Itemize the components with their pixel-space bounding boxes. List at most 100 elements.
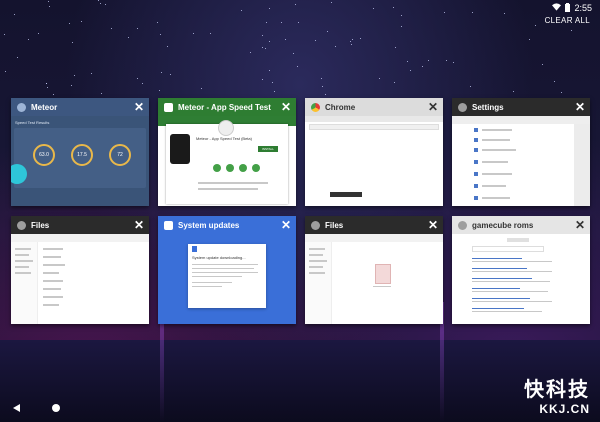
star — [201, 88, 202, 89]
close-icon[interactable]: ✕ — [427, 219, 439, 231]
star — [262, 47, 263, 48]
star — [561, 92, 562, 93]
star — [269, 8, 270, 9]
metric-gauge: 72 — [109, 144, 131, 166]
install-button: INSTALL — [258, 146, 278, 152]
close-icon[interactable]: ✕ — [133, 219, 145, 231]
card-title: Chrome — [325, 102, 356, 112]
card-thumbnail: System update downloading... — [158, 234, 296, 324]
star — [137, 28, 138, 29]
recent-card-meteor[interactable]: Meteor ✕ Speed Test Results 63.0 17.5 72 — [11, 98, 149, 206]
star — [327, 31, 328, 32]
close-icon[interactable]: ✕ — [427, 101, 439, 113]
thumb-title: Speed Test Results — [15, 120, 50, 125]
star — [401, 15, 402, 16]
card-header: Meteor - App Speed Test ✕ — [158, 98, 296, 116]
star — [394, 82, 395, 83]
star — [250, 52, 251, 53]
star — [325, 94, 326, 95]
star — [395, 47, 396, 48]
star — [298, 22, 299, 23]
star — [269, 41, 270, 42]
star — [393, 7, 394, 8]
star — [160, 34, 161, 35]
close-icon[interactable]: ✕ — [280, 101, 292, 113]
star — [351, 44, 352, 45]
star — [352, 39, 353, 40]
star — [48, 1, 49, 2]
recent-card-settings[interactable]: Settings ✕ — [452, 98, 590, 206]
close-icon[interactable]: ✕ — [133, 101, 145, 113]
star — [513, 91, 514, 92]
update-icon — [192, 246, 197, 252]
clear-all-button[interactable]: CLEAR ALL — [545, 16, 590, 25]
star — [379, 78, 380, 79]
star — [28, 39, 29, 40]
back-button[interactable] — [13, 404, 20, 412]
star — [373, 8, 374, 9]
card-thumbnail: Meteor - App Speed Test (Beta) INSTALL — [158, 116, 296, 206]
star — [360, 38, 361, 39]
star — [241, 10, 242, 11]
system-update-icon — [164, 220, 173, 230]
card-title: Meteor — [31, 102, 58, 112]
star — [91, 73, 92, 74]
star — [446, 60, 447, 61]
star — [4, 34, 5, 35]
star — [38, 33, 39, 34]
card-header: Chrome ✕ — [305, 98, 443, 116]
star — [137, 78, 138, 79]
close-icon[interactable]: ✕ — [574, 101, 586, 113]
watermark-cn: 快科技 — [524, 379, 590, 401]
files-icon — [17, 220, 26, 230]
recent-card-system-updates[interactable]: System updates ✕ System update downloadi… — [158, 216, 296, 324]
card-title: Settings — [472, 102, 504, 112]
status-time: 2:55 — [574, 3, 592, 13]
update-heading: System update downloading... — [192, 255, 246, 260]
recent-card-meteor-play-store[interactable]: Meteor - App Speed Test ✕ Meteor - App S… — [158, 98, 296, 206]
star — [472, 12, 473, 13]
star — [100, 3, 101, 4]
card-thumbnail — [452, 116, 590, 206]
star — [401, 26, 402, 27]
star — [410, 70, 411, 71]
status-bar: 2:55 — [552, 0, 600, 16]
close-icon[interactable]: ✕ — [574, 219, 586, 231]
recent-card-files[interactable]: Files ✕ — [11, 216, 149, 324]
watermark-en: KKJ.CN — [539, 402, 590, 416]
card-header: Files ✕ — [11, 216, 149, 234]
star — [444, 12, 445, 13]
files-icon — [311, 220, 320, 230]
star — [47, 87, 48, 88]
card-thumbnail — [452, 234, 590, 324]
wallpaper-horizon — [0, 340, 600, 422]
card-thumbnail: Speed Test Results 63.0 17.5 72 — [11, 116, 149, 206]
star — [193, 33, 194, 34]
home-button[interactable] — [52, 404, 60, 412]
card-header: Settings ✕ — [452, 98, 590, 116]
recent-card-chrome[interactable]: Chrome ✕ — [305, 98, 443, 206]
card-title: gamecube roms — [472, 220, 534, 230]
star — [535, 25, 536, 26]
star — [157, 22, 158, 23]
star — [265, 48, 266, 49]
empty-folder-icon — [375, 264, 391, 284]
card-header: Files ✕ — [305, 216, 443, 234]
star — [281, 22, 282, 23]
star — [105, 4, 106, 5]
star — [529, 39, 530, 40]
close-icon[interactable]: ✕ — [280, 219, 292, 231]
star — [295, 4, 296, 5]
chrome-icon — [311, 102, 320, 112]
recent-card-gamecube-roms[interactable]: gamecube roms ✕ — [452, 216, 590, 324]
star — [285, 39, 286, 40]
star — [331, 2, 332, 3]
star — [453, 62, 454, 63]
recent-card-files[interactable]: Files ✕ — [305, 216, 443, 324]
star — [321, 78, 322, 79]
star — [297, 66, 298, 67]
star — [262, 79, 263, 80]
card-title: System updates — [178, 220, 240, 230]
star — [46, 83, 47, 84]
star — [49, 6, 50, 7]
